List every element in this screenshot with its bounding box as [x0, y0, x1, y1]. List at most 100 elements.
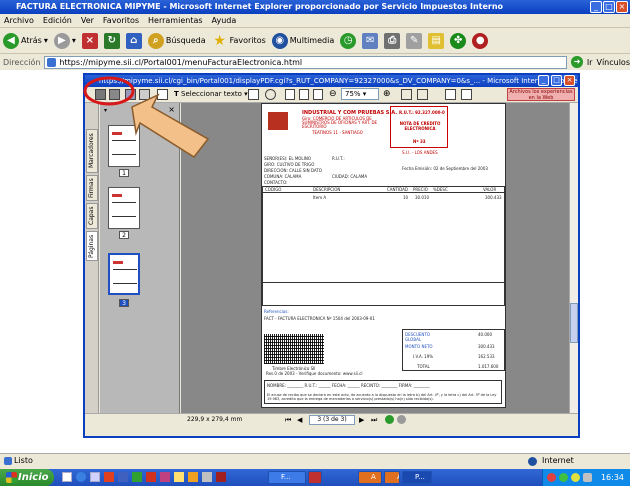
windows-logo-icon — [6, 472, 17, 483]
maximize-button[interactable]: □ — [603, 1, 615, 13]
quicklaunch-extra2-icon[interactable] — [202, 472, 212, 482]
mail-icon[interactable]: ✉ — [362, 32, 379, 49]
quicklaunch-desktop-icon[interactable] — [62, 472, 72, 482]
stop-icon[interactable]: × — [81, 32, 98, 49]
items-table: CODIGO DESCRIPCION CANTIDAD PRECIO %DESC… — [262, 186, 505, 306]
company-logo — [268, 112, 288, 130]
quicklaunch-outlook-icon[interactable] — [174, 472, 184, 482]
menu-archivo[interactable]: Archivo — [4, 14, 34, 27]
messenger-icon[interactable]: ● — [472, 32, 489, 49]
print-icon[interactable]: ⎙ — [384, 32, 401, 49]
clover-icon[interactable]: ✤ — [450, 32, 467, 49]
go-label[interactable]: Ir — [587, 58, 593, 67]
tools-icon[interactable] — [461, 89, 472, 100]
clock: 16:34 — [600, 473, 624, 482]
taskbar-item-a2[interactable]: A — [384, 471, 400, 484]
multimedia-button[interactable]: ◉ Multimedia — [271, 32, 334, 49]
tray-icon-1[interactable] — [547, 473, 556, 482]
fit-width-icon[interactable] — [299, 89, 309, 100]
forward-button[interactable]: ▶ ▾ — [53, 32, 76, 49]
quicklaunch-extra3-icon[interactable] — [216, 472, 226, 482]
thumbnail-number: 3 — [119, 299, 129, 307]
links-label[interactable]: Vínculos — [596, 58, 630, 67]
refresh-icon[interactable]: ↻ — [103, 32, 120, 49]
favorites-button[interactable]: ★ Favoritos — [212, 33, 265, 49]
history-icon[interactable]: ◷ — [340, 32, 357, 49]
help-link-button[interactable]: Archivos los experiencias en la Web — [507, 88, 575, 101]
customer-giro: GIRO: CULTIVO DE TRIGO — [264, 162, 315, 167]
quicklaunch-excel-icon[interactable] — [132, 472, 142, 482]
receipt-acknowledgement-box: NOMBRE: ________ R.U.T.: ______ FECHA: _… — [264, 380, 502, 404]
menu-herramientas[interactable]: Herramientas — [148, 14, 203, 27]
snapshot-icon[interactable] — [248, 89, 259, 100]
next-page-button[interactable]: ▶ — [359, 416, 364, 424]
windows-taskbar: Inicio F... M A A P... 16:34 — [0, 469, 630, 486]
zoom-in-icon[interactable]: ⊕ — [383, 89, 391, 99]
last-page-button[interactable]: ⏭ — [371, 416, 377, 425]
edit-icon[interactable]: ✎ — [406, 32, 423, 49]
taskbar-item-ie[interactable]: F... — [268, 471, 306, 484]
actual-size-icon[interactable] — [313, 89, 323, 100]
tray-volume-icon[interactable] — [583, 473, 592, 482]
rotate-icon[interactable] — [401, 89, 412, 100]
quicklaunch-folder-icon[interactable] — [90, 472, 100, 482]
page-icon — [47, 57, 57, 67]
tab-paginas[interactable]: Páginas — [86, 231, 98, 261]
page-number-input[interactable]: 3 (3 de 3) — [309, 415, 355, 425]
go-arrow-icon[interactable]: ➜ — [571, 56, 583, 68]
popup-maximize-button[interactable]: □ — [551, 75, 562, 86]
menu-bar: Archivo Edición Ver Favoritos Herramient… — [0, 14, 630, 28]
status-text: Listo — [14, 456, 33, 465]
issue-date: Fecha Emisión: 02 de Septiembre del 2003 — [402, 166, 488, 171]
scroll-thumb[interactable] — [570, 303, 578, 343]
totals-box: DESCUENTO GLOBAL 40.000 MONTO NETO 300.4… — [402, 329, 505, 371]
rotate-cw-icon[interactable] — [417, 89, 428, 100]
menu-ver[interactable]: Ver — [81, 14, 94, 27]
fit-page-icon[interactable] — [285, 89, 295, 100]
resolution-label: Res.0 de 2003 - Verifique documento: www… — [266, 371, 363, 376]
address-input[interactable]: https://mipyme.sii.cl/Portal001/menuFact… — [44, 55, 568, 69]
quicklaunch-access-icon[interactable] — [160, 472, 170, 482]
discuss-icon[interactable]: ▤ — [428, 32, 445, 49]
forward-view-icon[interactable] — [397, 415, 406, 424]
minimize-button[interactable]: _ — [590, 1, 602, 13]
tray-icon-3[interactable] — [571, 473, 580, 482]
page-thumbnail-3[interactable] — [108, 253, 140, 295]
home-icon[interactable]: ⌂ — [125, 32, 142, 49]
pdf-vertical-scrollbar[interactable] — [569, 103, 578, 413]
prev-page-button[interactable]: ◀ — [297, 416, 302, 424]
forward-arrow-icon: ▶ — [53, 32, 70, 49]
quicklaunch-extra-icon[interactable] — [188, 472, 198, 482]
menu-edicion[interactable]: Edición — [43, 14, 72, 27]
pdf-status-bar: 229,9 x 279,4 mm ⏮ ◀ 3 (3 de 3) ▶ ⏭ — [85, 413, 578, 426]
zoom-out-icon[interactable]: ⊖ — [329, 89, 337, 99]
customer-name: SEÑOR(ES): EL MOLINO — [264, 156, 311, 161]
taskbar-item-m[interactable]: M — [308, 471, 322, 484]
tab-firmas[interactable]: Firmas — [86, 175, 98, 201]
quicklaunch-ie-icon[interactable] — [76, 472, 86, 482]
quicklaunch-app-icon[interactable] — [104, 472, 114, 482]
popup-close-button[interactable]: × — [564, 75, 575, 86]
tray-icon-2[interactable] — [559, 473, 568, 482]
tab-capas[interactable]: Capas — [86, 203, 98, 229]
quicklaunch-word-icon[interactable] — [118, 472, 128, 482]
first-page-button[interactable]: ⏮ — [285, 416, 291, 425]
menu-favoritos[interactable]: Favoritos — [103, 14, 139, 27]
page-thumbnail-2[interactable] — [108, 187, 140, 229]
zoom-select[interactable]: 75% ▾ — [341, 88, 379, 100]
zoom-icon[interactable] — [265, 89, 276, 100]
quicklaunch-ppt-icon[interactable] — [146, 472, 156, 482]
customer-city: CIUDAD: CALAMA — [332, 174, 368, 179]
taskbar-item-p[interactable]: P... — [402, 471, 432, 484]
search-button[interactable]: ⌕ Búsqueda — [147, 32, 206, 49]
back-view-icon[interactable] — [385, 415, 394, 424]
pages-icon[interactable] — [445, 89, 456, 100]
system-tray: 16:34 — [542, 469, 630, 486]
taskbar-item-a1[interactable]: A — [358, 471, 382, 484]
company-address: TEATINOS 11 - SANTIAGO — [312, 130, 363, 135]
popup-minimize-button[interactable]: _ — [538, 75, 549, 86]
zone-label: Internet — [542, 456, 574, 465]
back-button[interactable]: ◀ Atrás ▾ — [3, 32, 48, 49]
close-button[interactable]: × — [616, 1, 628, 13]
menu-ayuda[interactable]: Ayuda — [212, 14, 237, 27]
